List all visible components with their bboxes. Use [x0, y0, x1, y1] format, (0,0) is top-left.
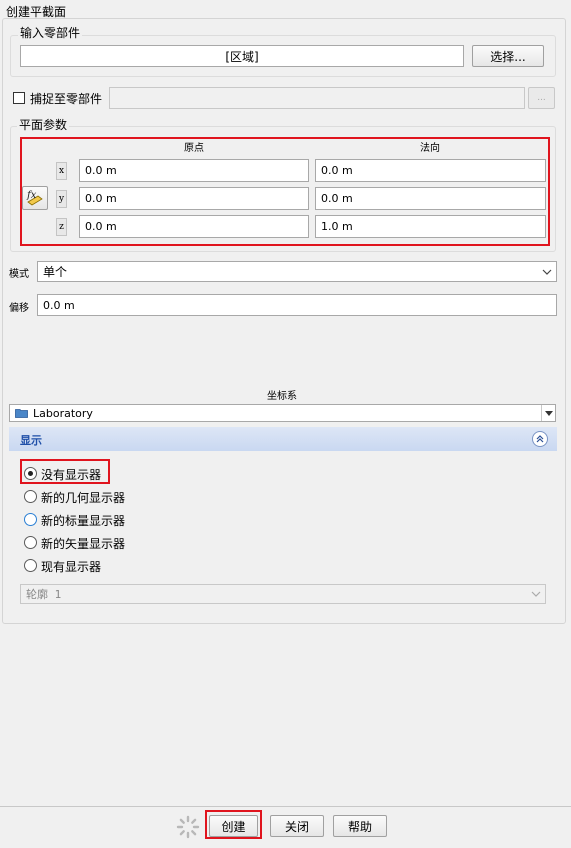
coordinate-system-select[interactable]: Laboratory — [9, 404, 556, 422]
existing-display-select[interactable]: 轮廓 1 — [20, 584, 546, 604]
axis-y-label: y — [56, 190, 67, 208]
normal-y-field[interactable]: 0.0 m — [315, 187, 546, 210]
option-new-geometry-label: 新的几何显示器 — [41, 491, 126, 505]
select-button[interactable]: 选择... — [472, 45, 544, 67]
svg-text:fx: fx — [26, 190, 37, 201]
mode-value: 单个 — [43, 265, 68, 279]
snap-field[interactable] — [109, 87, 525, 109]
existing-display-value: 轮廓 1 — [26, 588, 62, 601]
chevron-down-icon — [527, 585, 545, 603]
mode-select[interactable]: 单个 — [37, 261, 557, 282]
spinner-icon — [176, 815, 200, 839]
radio-existing-display[interactable] — [24, 559, 37, 572]
region-field[interactable]: [区域] — [20, 45, 464, 67]
offset-field[interactable]: 0.0 m — [37, 294, 557, 316]
coordinate-system-label: 坐标系 — [267, 391, 297, 402]
footer-divider — [0, 806, 571, 807]
expression-button[interactable]: fx — [22, 186, 48, 210]
collapse-icon[interactable] — [532, 431, 548, 447]
fx-icon: fx — [25, 188, 45, 209]
dropdown-arrow-icon — [541, 405, 555, 421]
option-no-display-label: 没有显示器 — [41, 468, 102, 482]
coordinate-system-value: Laboratory — [33, 406, 93, 420]
option-existing-label: 现有显示器 — [41, 560, 102, 574]
normal-header: 法向 — [420, 143, 440, 154]
radio-new-geometry-display[interactable] — [24, 490, 37, 503]
input-parts-label: 输入零部件 — [18, 24, 83, 41]
origin-header: 原点 — [184, 143, 204, 154]
help-button[interactable]: 帮助 — [333, 815, 387, 837]
snap-browse-button[interactable]: ... — [528, 87, 555, 109]
create-button[interactable]: 创建 — [209, 815, 258, 837]
chevron-down-icon — [538, 262, 556, 281]
snap-checkbox[interactable] — [13, 92, 25, 104]
radio-no-display[interactable] — [24, 467, 37, 480]
option-new-vector-label: 新的矢量显示器 — [41, 537, 126, 551]
option-new-scalar-label: 新的标量显示器 — [41, 514, 126, 528]
normal-z-field[interactable]: 1.0 m — [315, 215, 546, 238]
plane-params-label: 平面参数 — [17, 116, 70, 133]
origin-y-field[interactable]: 0.0 m — [79, 187, 309, 210]
radio-new-vector-display[interactable] — [24, 536, 37, 549]
origin-x-field[interactable]: 0.0 m — [79, 159, 309, 182]
snap-label: 捕捉至零部件 — [30, 92, 103, 106]
mode-label: 模式 — [9, 269, 29, 280]
radio-new-scalar-display[interactable] — [24, 513, 37, 526]
origin-z-field[interactable]: 0.0 m — [79, 215, 309, 238]
axis-z-label: z — [56, 218, 67, 236]
normal-x-field[interactable]: 0.0 m — [315, 159, 546, 182]
display-header[interactable] — [9, 427, 557, 451]
display-header-label: 显示 — [20, 434, 42, 447]
offset-label: 偏移 — [9, 303, 29, 314]
folder-icon — [15, 408, 28, 418]
axis-x-label: x — [56, 162, 67, 180]
close-button[interactable]: 关闭 — [270, 815, 324, 837]
